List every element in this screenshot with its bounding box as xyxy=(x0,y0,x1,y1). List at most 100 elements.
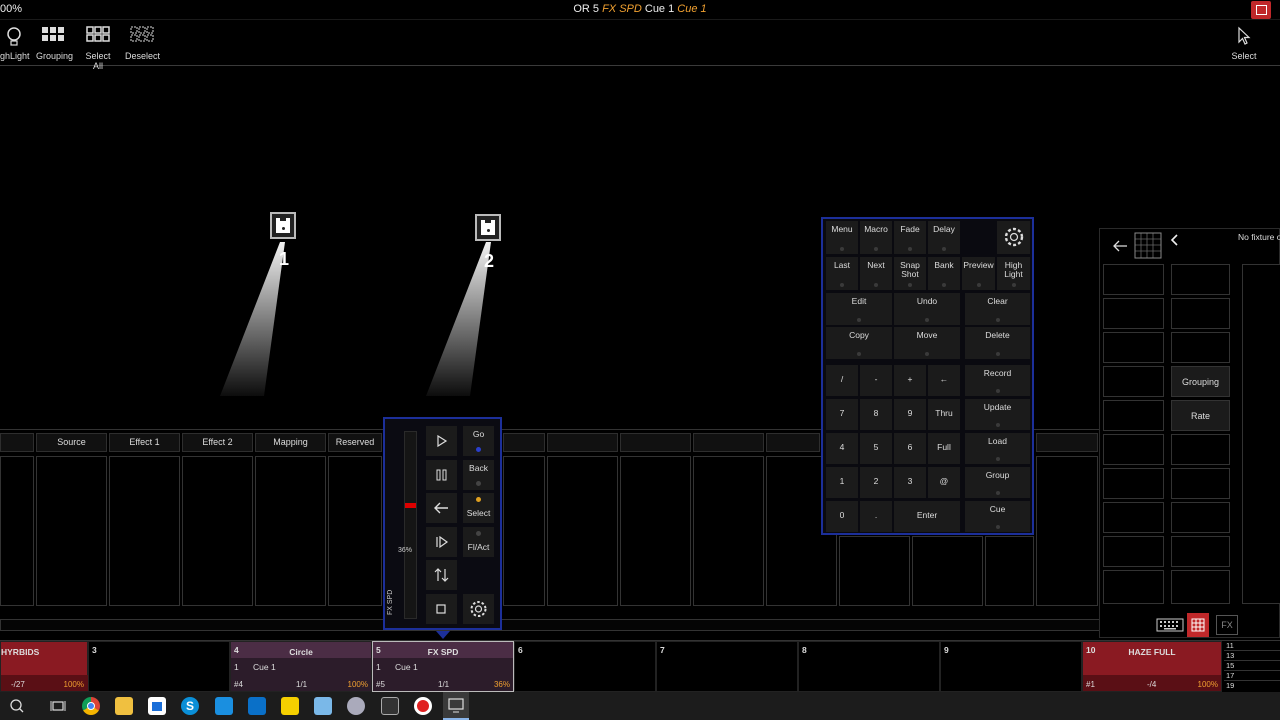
effect-cell[interactable] xyxy=(255,456,326,606)
tab-source[interactable]: Source xyxy=(36,433,107,452)
key-1[interactable]: 1 xyxy=(826,467,858,498)
key-record[interactable]: Record xyxy=(965,365,1030,396)
mail-icon[interactable] xyxy=(248,697,266,715)
effect-cell[interactable] xyxy=(547,456,618,606)
sticky-notes-icon[interactable] xyxy=(281,697,299,715)
attribute-cell[interactable] xyxy=(1103,298,1164,329)
key-bank[interactable]: Bank xyxy=(928,257,960,290)
app-icon[interactable] xyxy=(314,697,332,715)
attribute-cell[interactable] xyxy=(1171,434,1230,465)
key-0[interactable]: 0 xyxy=(826,501,858,532)
playback-9[interactable]: 9 xyxy=(940,641,1082,692)
attribute-list[interactable] xyxy=(1242,264,1280,604)
tab-blank[interactable] xyxy=(0,433,34,452)
key-5[interactable]: 5 xyxy=(860,433,892,464)
attribute-cell[interactable] xyxy=(1103,434,1164,465)
step-forward-button[interactable] xyxy=(426,527,457,557)
key-2[interactable]: 2 xyxy=(860,467,892,498)
effect-cell[interactable] xyxy=(36,456,107,606)
playback-3[interactable]: 3 xyxy=(88,641,230,692)
effect-cell[interactable] xyxy=(503,456,545,606)
key-8[interactable]: 8 xyxy=(860,399,892,430)
keyboard-button[interactable] xyxy=(1156,616,1184,634)
stop-button[interactable] xyxy=(426,594,457,624)
playback-8[interactable]: 8 xyxy=(798,641,940,692)
key-7[interactable]: 7 xyxy=(826,399,858,430)
playback-fx-spd[interactable]: 5 FX SPD 1 Cue 1 #5 1/1 36% xyxy=(372,641,514,692)
key-at[interactable]: @ xyxy=(928,467,960,498)
pause-button[interactable] xyxy=(426,460,457,490)
tab-blank[interactable] xyxy=(1036,433,1098,452)
grouping-button[interactable]: Grouping xyxy=(1171,366,1230,397)
back-button[interactable] xyxy=(1105,233,1135,259)
playback-circle[interactable]: 4 Circle 1 Cue 1 #4 1/1 100% xyxy=(230,641,372,692)
attribute-cell[interactable] xyxy=(1103,366,1164,397)
fixture-1[interactable] xyxy=(270,212,296,239)
deselect-button[interactable]: Deselect xyxy=(125,26,160,61)
keypad-settings-button[interactable] xyxy=(997,221,1030,254)
attribute-cell[interactable] xyxy=(1103,264,1164,295)
effect-cell[interactable] xyxy=(109,456,180,606)
key-fade[interactable]: Fade xyxy=(894,221,926,254)
search-button[interactable] xyxy=(6,696,28,716)
select-all-button[interactable]: Select All xyxy=(80,26,116,71)
tab-reserved[interactable]: Reserved xyxy=(328,433,382,452)
highlight-button[interactable]: ghLight xyxy=(0,26,30,61)
attribute-cell[interactable] xyxy=(1103,502,1164,533)
swap-direction-button[interactable] xyxy=(426,560,457,590)
key-cue[interactable]: Cue xyxy=(965,501,1030,532)
effect-cell[interactable] xyxy=(0,456,34,606)
attribute-cell[interactable] xyxy=(1171,264,1230,295)
effect-cell[interactable] xyxy=(328,456,382,606)
fx-speed-fader[interactable] xyxy=(404,431,417,619)
tab-effect-1[interactable]: Effect 1 xyxy=(109,433,180,452)
playback-hybrids[interactable]: HYRBIDS -/27 100% xyxy=(0,641,89,692)
effect-cell[interactable] xyxy=(912,536,983,606)
key-enter[interactable]: Enter xyxy=(894,501,960,532)
key-last[interactable]: Last xyxy=(826,257,858,290)
chrome-icon[interactable] xyxy=(82,697,100,715)
key-copy[interactable]: Copy xyxy=(826,327,892,359)
key-macro[interactable]: Macro xyxy=(860,221,892,254)
key-load[interactable]: Load xyxy=(965,433,1030,464)
attribute-cell[interactable] xyxy=(1103,536,1164,567)
key-9[interactable]: 9 xyxy=(894,399,926,430)
playback-6[interactable]: 6 xyxy=(514,641,656,692)
playback-settings-button[interactable] xyxy=(463,594,494,624)
attribute-cell[interactable] xyxy=(1171,502,1230,533)
key-6[interactable]: 6 xyxy=(894,433,926,464)
collapse-button[interactable] xyxy=(1168,231,1182,249)
effect-cell[interactable] xyxy=(182,456,253,606)
key-backspace[interactable]: ← xyxy=(928,365,960,396)
playback-haze-full[interactable]: 10 HAZE FULL #1 -/4 100% xyxy=(1082,641,1222,692)
grid-view-button[interactable] xyxy=(1134,232,1162,259)
back-button[interactable]: Back xyxy=(463,460,494,490)
grid-mode-button[interactable] xyxy=(1187,613,1209,637)
select-mode-button[interactable]: Select xyxy=(1230,26,1258,61)
key-move[interactable]: Move xyxy=(894,327,960,359)
key-delete[interactable]: Delete xyxy=(965,327,1030,359)
app-icon[interactable] xyxy=(347,697,365,715)
key-4[interactable]: 4 xyxy=(826,433,858,464)
key-clear[interactable]: Clear xyxy=(965,293,1030,325)
effect-cell[interactable] xyxy=(693,456,764,606)
key-edit[interactable]: Edit xyxy=(826,293,892,325)
task-view-button[interactable] xyxy=(49,697,67,715)
tab-blank[interactable] xyxy=(547,433,618,452)
effect-cell[interactable] xyxy=(1036,456,1098,606)
key-divide[interactable]: / xyxy=(826,365,858,396)
key-full[interactable]: Full xyxy=(928,433,960,464)
tab-blank[interactable] xyxy=(766,433,820,452)
key-plus[interactable]: + xyxy=(894,365,926,396)
attribute-cell[interactable] xyxy=(1103,400,1164,431)
fx-button[interactable]: FX xyxy=(1216,615,1238,635)
tab-effect-2[interactable]: Effect 2 xyxy=(182,433,253,452)
rate-button[interactable]: Rate xyxy=(1171,400,1230,431)
attribute-cell[interactable] xyxy=(1171,536,1230,567)
effect-cell[interactable] xyxy=(620,456,691,606)
store-icon[interactable] xyxy=(148,697,166,715)
attribute-cell[interactable] xyxy=(1103,570,1164,604)
attribute-cell[interactable] xyxy=(1171,298,1230,329)
attribute-cell[interactable] xyxy=(1103,332,1164,363)
attribute-cell[interactable] xyxy=(1171,468,1230,499)
